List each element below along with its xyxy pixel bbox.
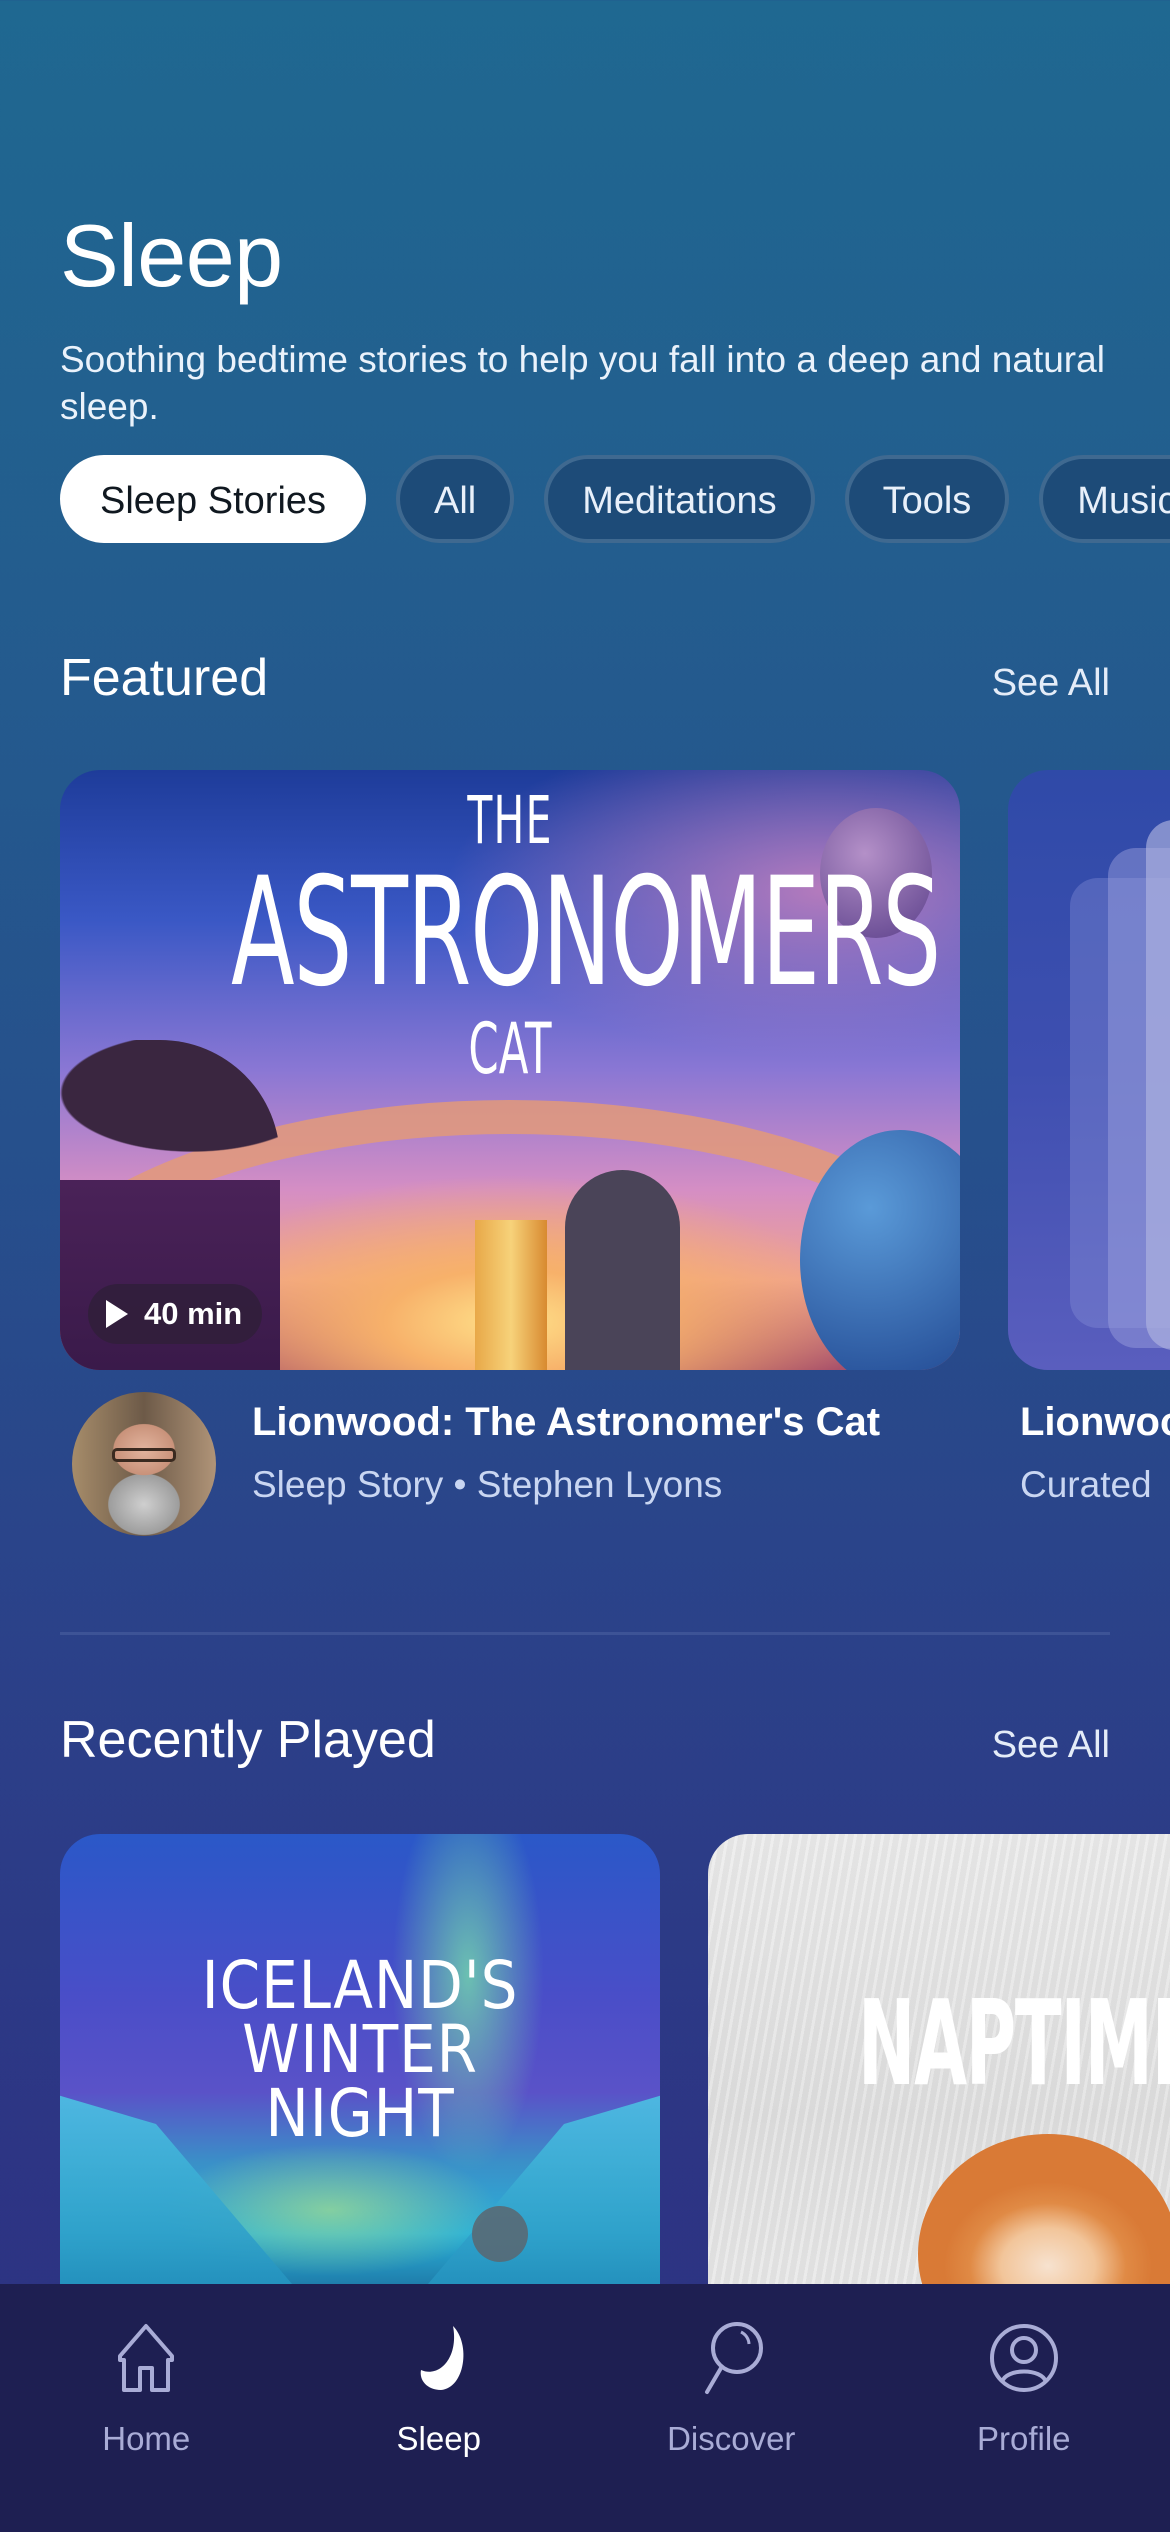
recently-played-header: Recently Played See All — [60, 1710, 1110, 1770]
home-icon — [118, 2324, 175, 2392]
featured-carousel[interactable]: THE ASTRONOMERS CAT 40 min — [60, 770, 1170, 1370]
featured-item-title[interactable]: Lionwood: The Astronomer's Cat — [252, 1400, 880, 1445]
featured-title: Featured — [60, 649, 269, 707]
tab-bar: Home Sleep Discover Profile — [0, 2284, 1170, 2532]
tab-sleep-label: Sleep — [396, 2420, 481, 2457]
artwork-title-line1: THE — [467, 782, 553, 859]
chip-music[interactable]: Music — [1039, 455, 1170, 543]
recent-card-icelands-winter-night[interactable]: ICELAND'S WINTER NIGHT — [60, 1834, 660, 2284]
artwork-title-line3: CAT — [468, 1008, 552, 1090]
search-icon — [705, 2322, 764, 2394]
artwork-kitten — [918, 2134, 1170, 2284]
recent-card-naptime[interactable]: NAPTIME — [708, 1834, 1170, 2284]
featured-item-subtitle: Sleep Story • Stephen Lyons — [252, 1464, 723, 1505]
featured-header: Featured See All — [60, 648, 1110, 708]
play-duration-button[interactable]: 40 min — [88, 1284, 263, 1344]
featured-item2-title[interactable]: Lionwoo — [1020, 1400, 1170, 1445]
recently-played-see-all-link[interactable]: See All — [992, 1724, 1110, 1767]
artwork-cat — [565, 1170, 680, 1370]
featured-card-astronomers-cat[interactable]: THE ASTRONOMERS CAT 40 min — [60, 770, 960, 1370]
narrator-avatar[interactable] — [72, 1392, 216, 1536]
chip-sleep-stories[interactable]: Sleep Stories — [60, 455, 367, 543]
artwork-stack-front — [1146, 820, 1170, 1350]
page-subtitle: Soothing bedtime stories to help you fal… — [60, 339, 1105, 427]
page-title: Sleep — [60, 206, 283, 305]
artwork-title: NAPTIME — [858, 1974, 1170, 2112]
chip-meditations[interactable]: Meditations — [544, 455, 815, 543]
filter-chips: Sleep Stories All Meditations Tools Musi… — [60, 455, 1170, 543]
recently-played-title: Recently Played — [60, 1711, 436, 1769]
tab-home[interactable]: Home — [0, 2284, 293, 2532]
artwork-dot — [472, 2206, 528, 2262]
profile-icon — [989, 2324, 1058, 2392]
artwork-telescope — [475, 1220, 547, 1370]
section-divider — [60, 1632, 1110, 1635]
play-icon — [106, 1300, 128, 1328]
tab-profile-label: Profile — [976, 2420, 1071, 2457]
featured-item2-subtitle: Curated — [1020, 1464, 1152, 1505]
featured-see-all-link[interactable]: See All — [992, 662, 1110, 705]
tab-profile[interactable]: Profile — [878, 2284, 1170, 2532]
tab-sleep[interactable]: Sleep — [293, 2284, 586, 2532]
artwork-title-line2: ASTRONOMERS — [231, 846, 941, 1020]
recently-played-carousel[interactable]: ICELAND'S WINTER NIGHT NAPTIME — [60, 1834, 1170, 2284]
artwork-title: ICELAND'S WINTER NIGHT — [201, 1947, 519, 2152]
tab-discover[interactable]: Discover — [585, 2284, 878, 2532]
chip-all[interactable]: All — [396, 455, 515, 543]
chip-tools[interactable]: Tools — [844, 455, 1010, 543]
moon-icon — [420, 2326, 464, 2390]
artwork-title: THE ASTRONOMERS CAT — [231, 782, 941, 1090]
tab-home-label: Home — [102, 2420, 191, 2457]
avatar-glasses — [112, 1448, 176, 1462]
featured-meta: Lionwood: The Astronomer's Cat Sleep Sto… — [70, 1392, 1170, 1542]
featured-card-curated[interactable] — [1008, 770, 1170, 1370]
duration-label: 40 min — [144, 1296, 243, 1331]
tab-discover-label: Discover — [667, 2420, 796, 2457]
